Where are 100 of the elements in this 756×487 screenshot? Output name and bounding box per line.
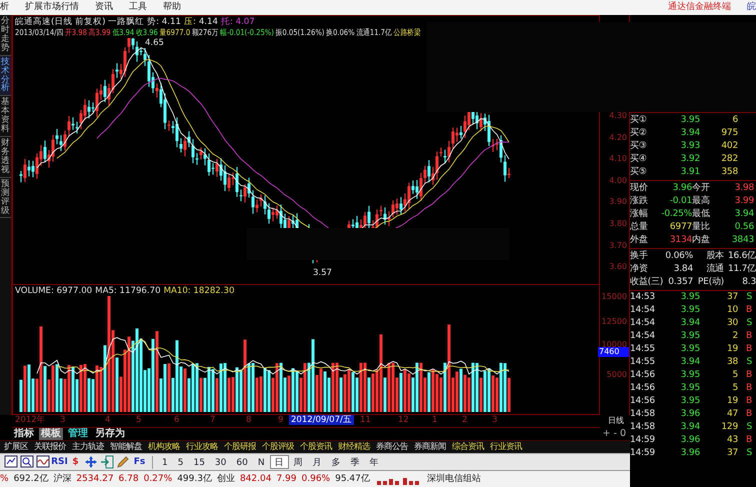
period-button[interactable]: 15 xyxy=(188,455,210,469)
quote-value: 0.56 xyxy=(734,221,754,234)
tick-price: 3.95 xyxy=(680,343,700,356)
tick-volume: 47 xyxy=(726,408,738,421)
tick-volume: 19 xyxy=(726,343,738,356)
quote-value: 3134 xyxy=(668,234,692,247)
wave-icon[interactable] xyxy=(36,455,50,469)
quote-label: 今开 xyxy=(692,182,711,195)
volume-axis-label: 15000 xyxy=(602,292,627,302)
chart-info-text: 压: xyxy=(184,17,196,27)
info-link[interactable]: 财经精选 xyxy=(338,442,370,452)
tick-price: 3.95 xyxy=(680,382,700,395)
tick-volume: 43 xyxy=(726,434,738,447)
tick-side: B xyxy=(745,434,752,447)
move-arrows-icon[interactable] xyxy=(84,455,98,469)
stat-label: PE(动) xyxy=(696,276,724,289)
indicator-tab[interactable]: 管理 xyxy=(66,428,90,440)
period-button[interactable]: 多 xyxy=(326,455,346,469)
menu-item[interactable]: 帮助 xyxy=(155,2,189,13)
exit-icon[interactable] xyxy=(100,455,114,469)
info-link[interactable]: 扩展区 xyxy=(4,442,28,452)
quote-label: 总量 xyxy=(630,221,649,234)
menu-item[interactable]: 析 xyxy=(0,2,17,13)
volume-info-text: VOLUME: 6977.00 xyxy=(15,286,92,296)
quote-label: 最低 xyxy=(692,208,711,221)
period-button[interactable]: 日 xyxy=(270,455,289,469)
period-button[interactable]: 年 xyxy=(364,455,384,469)
info-link[interactable]: 券商公告 xyxy=(376,442,408,452)
quote-value: 3.94 xyxy=(734,208,754,221)
info-link[interactable]: 个股资讯 xyxy=(300,442,332,452)
info-link[interactable]: 综合资讯 xyxy=(452,442,484,452)
side-tab[interactable]: 预测评级 xyxy=(0,178,11,218)
tick-price: 3.94 xyxy=(680,317,700,330)
stat-value: 11.7亿 xyxy=(726,263,756,276)
tick-side: B xyxy=(745,382,752,395)
menu-item[interactable]: 资讯 xyxy=(87,2,121,13)
info-link[interactable]: 关联报价 xyxy=(34,442,66,452)
chart-info-text: 量6977.0 xyxy=(160,28,190,37)
side-tab[interactable]: 基本资料 xyxy=(0,96,11,138)
indicator-tab[interactable]: 指标 xyxy=(12,428,36,440)
stat-label: 换手 xyxy=(630,250,649,263)
price-axis-label: 3.80 xyxy=(609,219,627,229)
period-button[interactable]: 30 xyxy=(210,455,232,469)
bid-label: 买④ xyxy=(630,153,648,166)
stat-value: 0.357 xyxy=(667,276,693,289)
info-link[interactable]: 个股评级 xyxy=(262,442,294,452)
tick-volume: 37 xyxy=(726,447,738,460)
indicator-tab[interactable]: 另存为 xyxy=(93,428,127,440)
zoom-controls[interactable]: + - 0 xyxy=(602,428,626,440)
tick-volume: 2 xyxy=(731,330,738,343)
info-link[interactable]: 行业攻略 xyxy=(186,442,218,452)
stat-value: 16.6亿 xyxy=(726,250,756,263)
side-tab[interactable]: 财务透视 xyxy=(0,137,11,178)
tick-time: 14:54 xyxy=(630,317,656,330)
chart-info-text: 势: 4.11 xyxy=(147,17,181,27)
chart-icon[interactable] xyxy=(4,455,18,469)
tool-button[interactable]: $ xyxy=(68,455,83,469)
info-link[interactable]: 智能解盘 xyxy=(110,442,142,452)
price-axis-label: 3.90 xyxy=(609,197,627,207)
menu-item[interactable]: 工具 xyxy=(121,2,155,13)
chart-info-text: 收3.96 xyxy=(136,28,158,37)
quote-value: 3.98 xyxy=(734,182,754,195)
stat-label: 流通 xyxy=(705,263,724,276)
tick-price: 3.94 xyxy=(680,356,700,369)
menu-item[interactable]: 扩展市场行情 xyxy=(17,2,87,13)
tick-volume: 30 xyxy=(726,317,738,330)
period-button[interactable]: 周 xyxy=(288,455,308,469)
quote-label: 量比 xyxy=(692,221,711,234)
info-link[interactable]: 个股研报 xyxy=(224,442,256,452)
indicator-tab[interactable]: 模板 xyxy=(39,428,63,440)
period-button[interactable]: N xyxy=(252,455,270,469)
chart-info-text: 皖通高速(日线 前复权) 一路飘红 xyxy=(15,17,144,27)
date-axis-label: 4 xyxy=(105,415,110,426)
status-text: 842.04 xyxy=(240,474,272,484)
volume-axis-label: 7460 xyxy=(598,347,629,357)
date-axis-label: 8 xyxy=(246,415,252,426)
period-button[interactable]: 1 xyxy=(157,455,173,469)
period-button[interactable]: 季 xyxy=(346,455,365,469)
menu-item[interactable]: 皖 xyxy=(739,2,756,13)
tool-button[interactable]: RSI xyxy=(52,455,67,469)
search-icon[interactable] xyxy=(20,455,34,469)
tool-button[interactable]: Fs xyxy=(132,455,147,469)
tick-side: S xyxy=(745,447,752,460)
quote-label: 涨跌 xyxy=(630,195,649,208)
tick-price: 3.95 xyxy=(680,291,700,304)
tick-volume: 19 xyxy=(726,395,738,408)
date-axis-label: 2 xyxy=(462,415,468,426)
info-link[interactable]: 机构攻略 xyxy=(148,442,180,452)
period-button[interactable]: 5 xyxy=(172,455,188,469)
chart-info-text: 换0.06% xyxy=(326,28,355,37)
info-link[interactable]: 主力轨迹 xyxy=(72,442,104,452)
period-label: 日线 xyxy=(608,416,624,426)
period-button[interactable]: 月 xyxy=(308,455,327,469)
side-tab[interactable]: 技术分析 xyxy=(0,56,11,96)
info-link[interactable]: 行业资讯 xyxy=(490,442,522,452)
tick-price: 3.96 xyxy=(680,447,700,460)
period-button[interactable]: 60 xyxy=(231,455,253,469)
status-text: 7.99 xyxy=(276,474,296,484)
date-axis-label: 2012年 xyxy=(15,415,46,426)
info-link[interactable]: 券商新闻 xyxy=(414,442,446,452)
